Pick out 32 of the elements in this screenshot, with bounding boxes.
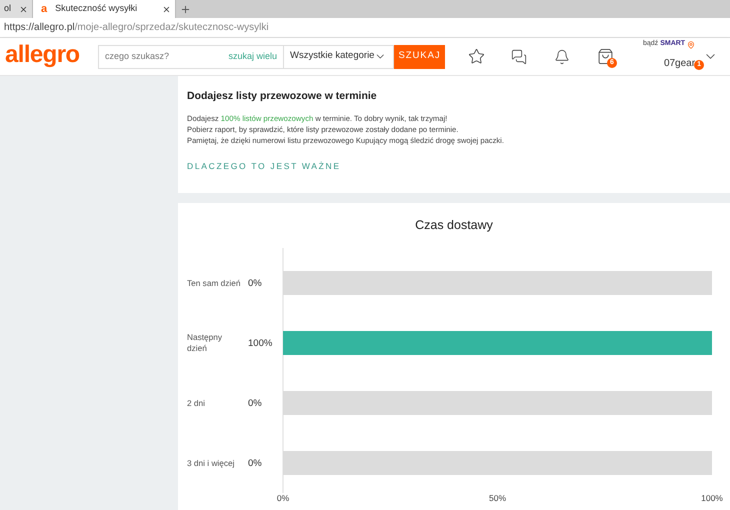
browser-tab[interactable]: ol: [0, 0, 33, 18]
address-bar[interactable]: https://allegro.pl/moje-allegro/sprzedaz/skutecznosc-wysylki: [0, 18, 730, 38]
category-label: Następny dzień: [187, 332, 224, 354]
info-title: Dodajesz listy przewozowe w terminie: [187, 89, 378, 104]
axis-tick-label: 0%: [276, 492, 290, 502]
tab-title: ol: [4, 2, 12, 16]
value-label: 0%: [248, 398, 262, 408]
axis-tick-label: 50%: [489, 492, 506, 502]
chart-title: Czas dostawy: [415, 218, 493, 232]
tab-title: Skuteczność wysyłki: [55, 2, 138, 16]
category-label: 2 dni: [187, 397, 205, 408]
new-tab-icon[interactable]: [180, 4, 191, 14]
value-label: 0%: [248, 278, 262, 288]
favicon: a: [40, 2, 48, 17]
axis-tick-label: 100%: [701, 492, 723, 502]
category-select[interactable]: Wszystkie kategorie: [284, 44, 394, 68]
search-field[interactable]: czego szukasz? szukaj wielu: [98, 44, 284, 68]
value-label: 0%: [248, 458, 262, 468]
close-icon[interactable]: [19, 4, 28, 14]
chat-icon[interactable]: [511, 48, 527, 64]
user-name[interactable]: 07gear: [664, 58, 696, 69]
close-icon[interactable]: [162, 4, 171, 14]
category-label: 3 dni i więcej: [187, 457, 235, 468]
url-path: /moje-allegro/sprzedaz/skutecznosc-wysylki: [74, 21, 269, 35]
browser-tab[interactable]: a Skuteczność wysyłki: [33, 0, 176, 18]
star-icon[interactable]: [468, 48, 485, 65]
bell-icon[interactable]: [554, 48, 570, 64]
category-label: Ten sam dzień: [187, 277, 240, 288]
bag-icon[interactable]: [597, 48, 614, 65]
url-host: https://allegro.pl: [4, 21, 75, 35]
value-label: 100%: [248, 338, 272, 348]
pin-icon: [687, 40, 696, 48]
